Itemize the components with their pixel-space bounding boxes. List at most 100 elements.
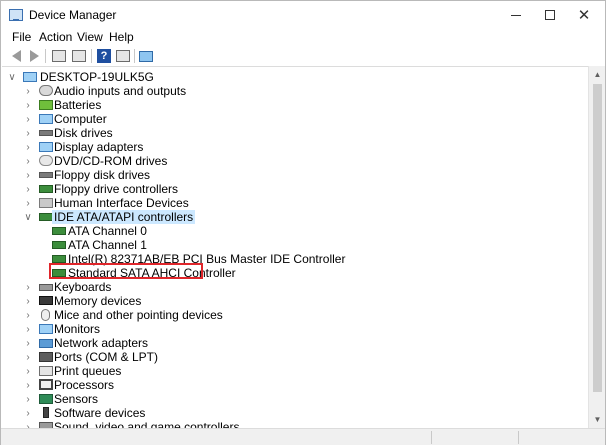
chevron-right-icon[interactable]: › <box>23 350 33 364</box>
properties-panel-icon <box>52 50 66 62</box>
tree-item-monitors[interactable]: › Monitors <box>2 322 582 336</box>
chevron-right-icon[interactable]: › <box>23 126 33 140</box>
update-driver-button[interactable] <box>115 48 131 64</box>
tree-item-batteries[interactable]: › Batteries <box>2 98 582 112</box>
computer-icon <box>39 114 53 124</box>
chevron-down-icon[interactable]: ∨ <box>7 70 17 84</box>
tree-item-ide-controllers[interactable]: ∨ IDE ATA/ATAPI controllers <box>2 210 582 224</box>
tree-item-memory[interactable]: › Memory devices <box>2 294 582 308</box>
chevron-right-icon[interactable]: › <box>23 308 33 322</box>
scan-hardware-button[interactable] <box>138 48 154 64</box>
chevron-right-icon[interactable]: › <box>23 84 33 98</box>
disk-drive-icon <box>39 130 53 136</box>
chevron-right-icon[interactable]: › <box>23 154 33 168</box>
tree-item-label: Disk drives <box>54 126 113 140</box>
back-icon <box>11 50 21 62</box>
tree-item-label: Display adapters <box>54 140 144 154</box>
tree-root[interactable]: ∨ DESKTOP-19ULK5G <box>2 70 582 84</box>
tree-item-sound[interactable]: › Sound, video and game controllers <box>2 420 582 428</box>
close-button[interactable]: ✕ <box>561 1 606 29</box>
menu-help[interactable]: Help <box>109 30 134 44</box>
update-driver-icon <box>116 50 130 62</box>
tree-item-audio[interactable]: › Audio inputs and outputs <box>2 84 582 98</box>
tree-item-label: Print queues <box>54 364 122 378</box>
menu-file[interactable]: File <box>12 30 31 44</box>
chevron-right-icon[interactable]: › <box>23 392 33 406</box>
menu-view[interactable]: View <box>77 30 103 44</box>
mouse-icon <box>41 309 50 321</box>
tree-item-software-devices[interactable]: › Software devices <box>2 406 582 420</box>
dvd-drive-icon <box>39 155 53 166</box>
chevron-right-icon[interactable]: › <box>23 336 33 350</box>
tree-child-ata-channel-0[interactable]: ATA Channel 0 <box>2 224 582 238</box>
tree-child-ata-channel-1[interactable]: ATA Channel 1 <box>2 238 582 252</box>
device-tree[interactable]: ∨ DESKTOP-19ULK5G › Audio inputs and out… <box>2 66 588 428</box>
chevron-right-icon[interactable]: › <box>23 168 33 182</box>
back-button[interactable] <box>8 48 24 64</box>
tree-item-floppy-controllers[interactable]: › Floppy drive controllers <box>2 182 582 196</box>
tree-item-label: Network adapters <box>54 336 149 350</box>
status-separator <box>431 431 432 444</box>
tree-item-dvd-drives[interactable]: › DVD/CD-ROM drives <box>2 154 582 168</box>
chevron-right-icon[interactable]: › <box>23 196 33 210</box>
ide-controller-icon <box>52 241 66 249</box>
keyboard-icon <box>39 284 53 291</box>
tree-child-label: ATA Channel 1 <box>68 238 147 252</box>
hid-icon <box>39 198 53 208</box>
chevron-right-icon[interactable]: › <box>23 140 33 154</box>
show-hidden-button[interactable] <box>71 48 87 64</box>
tree-item-label: Floppy disk drives <box>54 168 151 182</box>
highlight-annotation-box <box>49 263 203 279</box>
sensor-icon <box>39 394 53 404</box>
toolbar-separator <box>45 49 46 63</box>
software-device-icon <box>43 407 49 418</box>
tree-item-label: Keyboards <box>54 280 112 294</box>
forward-icon <box>29 50 39 62</box>
tree-item-label: Floppy drive controllers <box>54 182 179 196</box>
tree-item-ports[interactable]: › Ports (COM & LPT) <box>2 350 582 364</box>
chevron-right-icon[interactable]: › <box>23 98 33 112</box>
chevron-right-icon[interactable]: › <box>23 112 33 126</box>
scroll-up-button[interactable]: ▲ <box>589 66 606 83</box>
title-bar[interactable]: Device Manager ✕ <box>1 1 605 29</box>
chevron-right-icon[interactable]: › <box>23 322 33 336</box>
chevron-down-icon[interactable]: ∨ <box>23 210 33 224</box>
computer-icon <box>23 72 37 82</box>
display-adapter-icon <box>39 142 53 152</box>
status-separator <box>518 431 519 444</box>
menu-action[interactable]: Action <box>39 30 72 44</box>
tree-item-computer[interactable]: › Computer <box>2 112 582 126</box>
tree-item-keyboards[interactable]: › Keyboards <box>2 280 582 294</box>
tree-item-display-adapters[interactable]: › Display adapters <box>2 140 582 154</box>
chevron-right-icon[interactable]: › <box>23 364 33 378</box>
toolbar-separator <box>134 49 135 63</box>
forward-button[interactable] <box>26 48 42 64</box>
chevron-right-icon[interactable]: › <box>23 378 33 392</box>
tree-item-floppy-disk[interactable]: › Floppy disk drives <box>2 168 582 182</box>
chevron-right-icon[interactable]: › <box>23 294 33 308</box>
chevron-right-icon[interactable]: › <box>23 420 33 429</box>
tree-item-network[interactable]: › Network adapters <box>2 336 582 350</box>
tree-item-label-selected: IDE ATA/ATAPI controllers <box>52 210 196 224</box>
tree-item-processors[interactable]: › Processors <box>2 378 582 392</box>
scrollbar-thumb[interactable] <box>593 84 602 392</box>
tree-item-print-queues[interactable]: › Print queues <box>2 364 582 378</box>
properties-panel-button[interactable] <box>51 48 67 64</box>
tree-item-label: Memory devices <box>54 294 142 308</box>
tree-item-sensors[interactable]: › Sensors <box>2 392 582 406</box>
window-title: Device Manager <box>29 8 117 22</box>
vertical-scrollbar[interactable]: ▲ ▼ <box>588 66 605 428</box>
toolbar: ? <box>1 47 605 65</box>
chevron-right-icon[interactable]: › <box>23 406 33 420</box>
maximize-icon <box>545 10 555 20</box>
close-icon: ✕ <box>577 6 591 24</box>
tree-item-disk-drives[interactable]: › Disk drives <box>2 126 582 140</box>
chevron-right-icon[interactable]: › <box>23 280 33 294</box>
tree-item-hid[interactable]: › Human Interface Devices <box>2 196 582 210</box>
chevron-right-icon[interactable]: › <box>23 182 33 196</box>
tree-item-mice[interactable]: › Mice and other pointing devices <box>2 308 582 322</box>
network-adapter-icon <box>39 339 53 348</box>
help-button[interactable]: ? <box>96 48 112 64</box>
toolbar-separator <box>91 49 92 63</box>
scroll-down-button[interactable]: ▼ <box>589 411 606 428</box>
